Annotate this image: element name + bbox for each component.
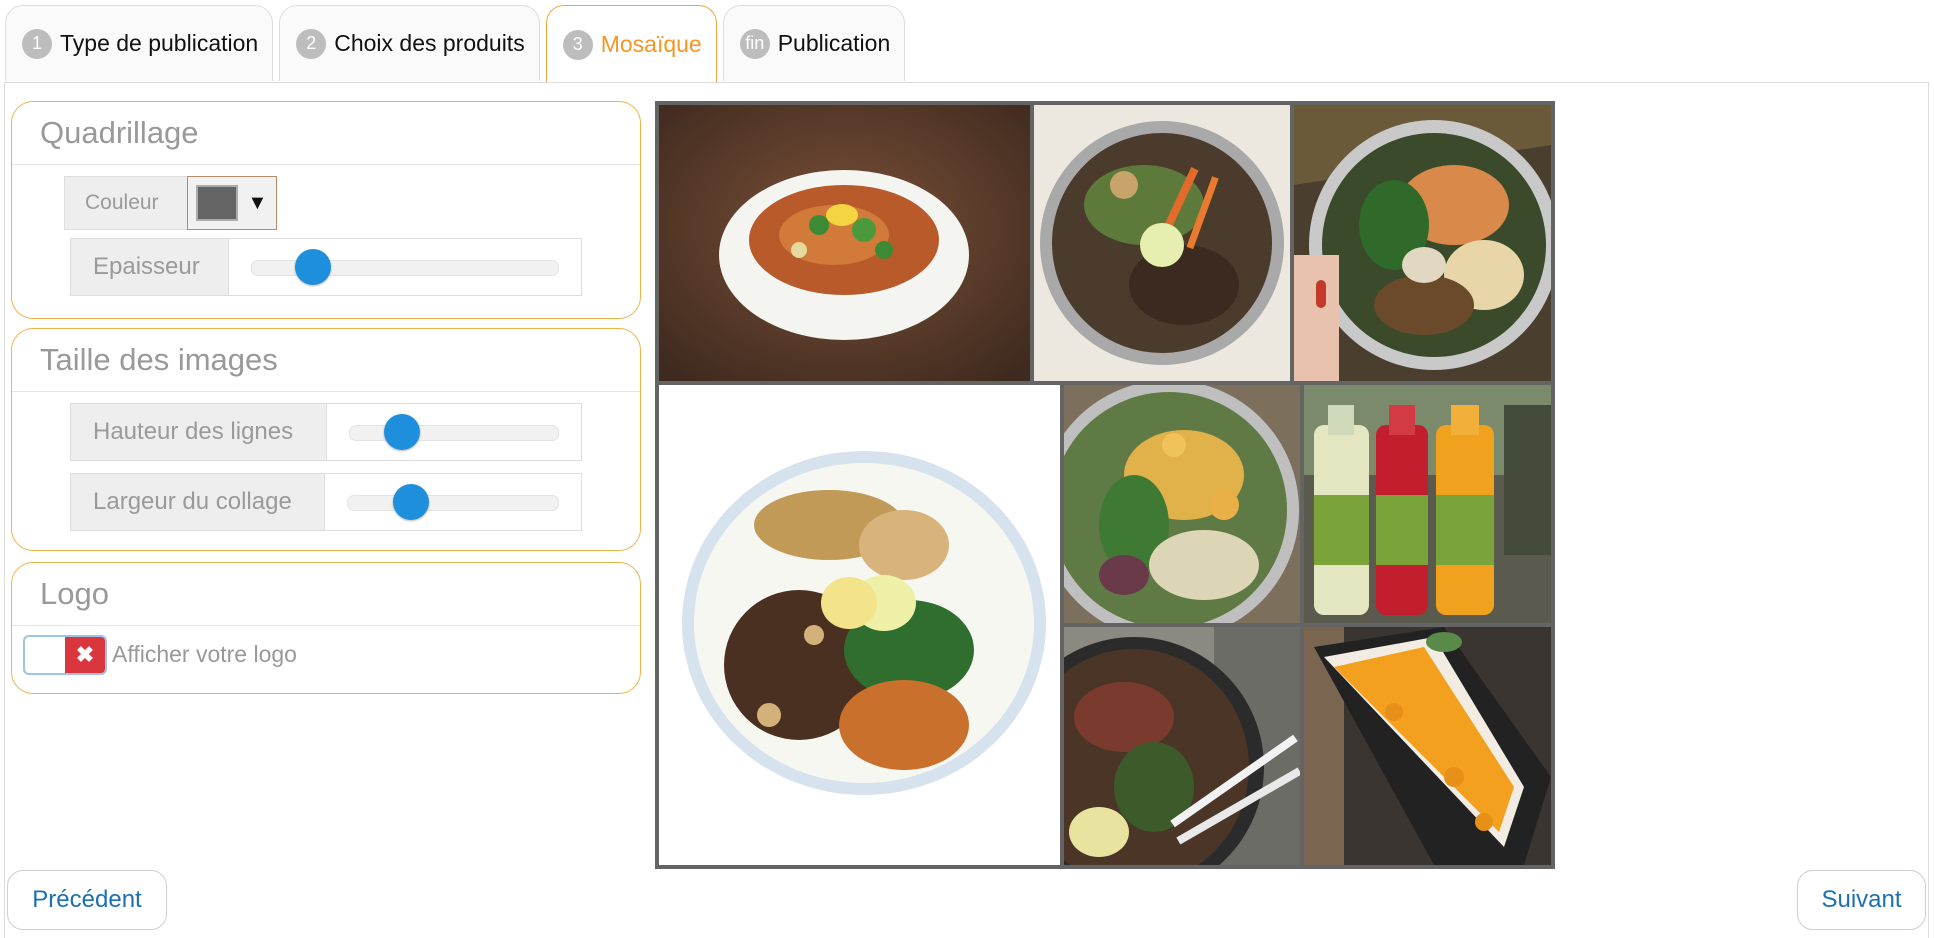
- step-number-badge: 3: [562, 29, 593, 60]
- step-number-badge: fin: [739, 28, 770, 59]
- mosaic-image-shrimp-noodle-bowl: [1294, 105, 1551, 381]
- slider-handle[interactable]: [392, 484, 429, 520]
- mosaic-image-beef-salad-bowl: [1064, 627, 1300, 865]
- close-icon: ✖: [65, 637, 105, 673]
- tab-label: Choix des produits: [334, 30, 525, 56]
- color-label: Couleur: [64, 176, 187, 230]
- color-swatch: [195, 185, 238, 221]
- tab-label: Publication: [777, 30, 891, 56]
- collage-width-slider[interactable]: [325, 474, 581, 530]
- step-number-badge: 2: [296, 28, 327, 59]
- thickness-label: Epaisseur: [71, 239, 229, 295]
- step-number-badge: 1: [22, 28, 52, 59]
- tab-choix-produits[interactable]: 2 Choix des produits: [279, 5, 540, 81]
- grid-thickness-row: Epaisseur: [70, 238, 582, 296]
- slider-track: [349, 425, 559, 441]
- logo-toggle-label: Afficher votre logo: [112, 641, 297, 667]
- color-picker[interactable]: ▼: [186, 176, 277, 230]
- previous-button[interactable]: Précédent: [7, 870, 167, 930]
- mosaic-image-juice-bottles: [1304, 385, 1551, 623]
- tab-label: Type de publication: [60, 30, 259, 56]
- tab-publication[interactable]: fin Publication: [722, 5, 906, 81]
- mosaic-image-bo-bun-plate-large: [659, 385, 1060, 865]
- slider-handle[interactable]: [294, 249, 331, 285]
- tab-type-publication[interactable]: 1 Type de publication: [5, 5, 274, 81]
- mosaic-image-bo-bun-bowl-top: [1034, 105, 1290, 381]
- wizard-tabs: 1 Type de publication 2 Choix des produi…: [5, 5, 906, 83]
- panel-title: Logo: [12, 563, 640, 626]
- collage-width-row: Largeur du collage: [70, 473, 582, 531]
- thickness-slider[interactable]: [229, 239, 581, 295]
- mosaic-preview: [655, 101, 1555, 869]
- logo-panel: Logo ✖ Afficher votre logo: [11, 562, 641, 694]
- mosaic-image-tofu-salad-bowl: [1064, 385, 1300, 623]
- next-button[interactable]: Suivant: [1797, 870, 1926, 930]
- row-height-label: Hauteur des lignes: [71, 404, 327, 460]
- slider-handle[interactable]: [383, 414, 420, 450]
- collage-width-label: Largeur du collage: [71, 474, 325, 530]
- logo-toggle[interactable]: ✖: [23, 635, 107, 675]
- tab-mosaique[interactable]: 3 Mosaïque: [545, 5, 717, 83]
- mosaic-image-pad-thai-bowl: [659, 105, 1030, 381]
- row-height-row: Hauteur des lignes: [70, 403, 582, 461]
- grid-color-row: Couleur ▼: [64, 176, 277, 230]
- row-height-slider[interactable]: [327, 404, 581, 460]
- slider-track: [347, 495, 559, 511]
- panel-title: Taille des images: [12, 329, 640, 392]
- tab-label: Mosaïque: [600, 31, 702, 57]
- mosaic-image-mango-cheesecake: [1304, 627, 1551, 865]
- panel-title: Quadrillage: [12, 102, 640, 165]
- caret-down-icon: ▼: [247, 191, 268, 214]
